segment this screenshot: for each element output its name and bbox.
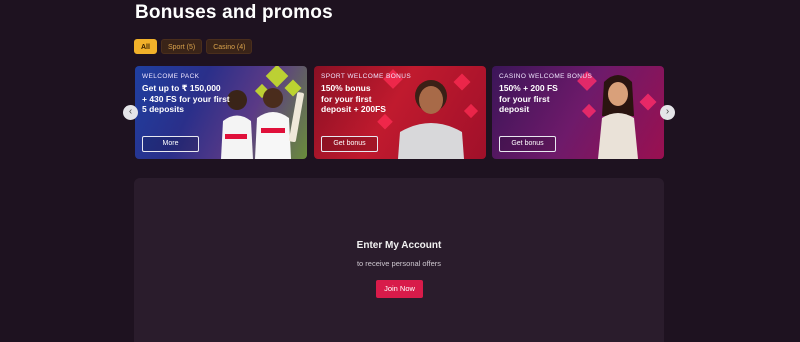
promo-carousel: WELCOME PACK Get up to ₹ 150,000 + 430 F… — [126, 66, 674, 160]
join-now-button[interactable]: Join Now — [376, 280, 423, 298]
promo-line: + 430 FS for your first — [142, 93, 230, 104]
get-bonus-button[interactable]: Get bonus — [321, 136, 378, 152]
chevron-left-icon: ‹ — [128, 106, 133, 117]
promo-line: 150% + 200 FS — [499, 83, 558, 93]
account-subtitle: to receive personal offers — [356, 259, 442, 268]
carousel-prev-button[interactable]: ‹ — [123, 105, 138, 120]
get-bonus-button[interactable]: Get bonus — [499, 136, 556, 152]
filter-casino[interactable]: Casino (4) — [206, 39, 253, 54]
promo-line: for your first — [499, 93, 550, 104]
promo-card-welcome-pack[interactable]: WELCOME PACK Get up to ₹ 150,000 + 430 F… — [135, 66, 307, 159]
promo-text: 150% bonus for your first deposit + 200F… — [321, 83, 419, 115]
promo-line: 150% bonus — [321, 83, 371, 93]
carousel-next-button[interactable]: › — [660, 105, 675, 120]
account-panel: Enter My Account to receive personal off… — [134, 178, 664, 342]
promo-line: 5 deposits — [142, 104, 185, 114]
promo-card-casino-welcome[interactable]: CASINO WELCOME BONUS 150% + 200 FS for y… — [492, 66, 664, 159]
promo-text: Get up to ₹ 150,000 + 430 FS for your fi… — [142, 83, 240, 115]
page-title: Bonuses and promos — [135, 2, 333, 23]
promo-text: 150% + 200 FS for your first deposit — [499, 83, 597, 115]
filter-tabs: All Sport (5) Casino (4) — [134, 39, 253, 54]
chevron-right-icon: › — [665, 106, 670, 117]
more-button[interactable]: More — [142, 136, 199, 152]
promo-card-sport-welcome[interactable]: SPORT WELCOME BONUS 150% bonus for your … — [314, 66, 486, 159]
promo-tag: WELCOME PACK — [142, 73, 200, 80]
promo-line: deposit — [499, 104, 530, 114]
filter-sport[interactable]: Sport (5) — [160, 39, 203, 54]
promo-line: deposit + 200FS — [321, 104, 386, 114]
promo-line: for your first — [321, 93, 372, 104]
promo-line: Get up to ₹ 150,000 — [142, 83, 221, 93]
promo-tag: CASINO WELCOME BONUS — [499, 73, 593, 80]
filter-all[interactable]: All — [134, 39, 157, 54]
account-title: Enter My Account — [356, 240, 442, 251]
promo-tag: SPORT WELCOME BONUS — [321, 73, 412, 80]
